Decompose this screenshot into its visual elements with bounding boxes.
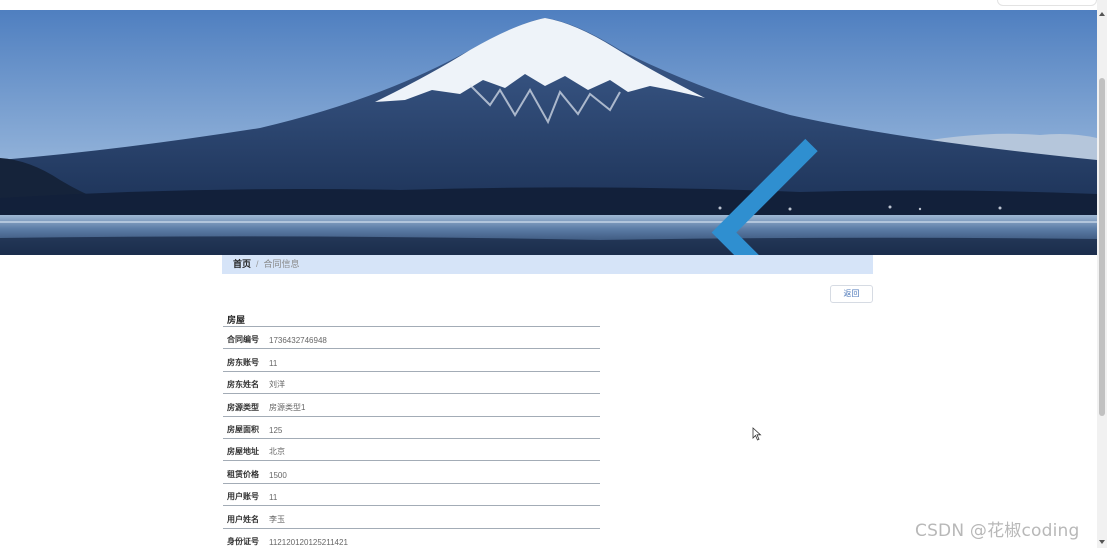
scroll-down-arrow-icon[interactable] <box>1099 540 1105 544</box>
scroll-up-arrow-icon[interactable] <box>1099 12 1105 16</box>
detail-row-landlord-name: 房东姓名 刘洋 <box>223 372 600 395</box>
back-button[interactable]: 返回 <box>830 285 873 303</box>
field-label: 房屋地址 <box>227 447 259 457</box>
field-label: 房东账号 <box>227 357 259 367</box>
field-label: 房源类型 <box>227 402 259 412</box>
detail-row-property-type: 房源类型 房源类型1 <box>223 394 600 417</box>
detail-row-rent-price: 租赁价格 1500 <box>223 461 600 484</box>
field-label: 用户账号 <box>227 492 259 502</box>
breadcrumb-separator: / <box>256 259 259 269</box>
section-title: 房屋 <box>223 312 600 327</box>
field-label: 房屋面积 <box>227 424 259 434</box>
detail-row-house-area: 房屋面积 125 <box>223 417 600 439</box>
field-label: 合同编号 <box>227 335 259 345</box>
field-value: 125 <box>269 425 283 435</box>
breadcrumb-current: 合同信息 <box>263 259 300 269</box>
banner-carousel <box>0 10 1097 255</box>
scrollbar-thumb[interactable] <box>1099 78 1105 416</box>
top-search-box[interactable] <box>997 0 1097 6</box>
detail-row-user-account: 用户账号 11 <box>223 484 600 507</box>
page-scrollbar[interactable] <box>1097 0 1107 548</box>
contract-detail: 房屋 合同编号 1736432746948 房东账号 11 房东姓名 刘洋 房源… <box>223 312 600 548</box>
field-value: 房源类型1 <box>269 402 306 412</box>
field-label: 租赁价格 <box>227 469 259 479</box>
field-value: 1500 <box>269 470 287 480</box>
detail-row-user-name: 用户姓名 李玉 <box>223 506 600 529</box>
field-value: 112120120125211421 <box>269 537 348 547</box>
breadcrumb: 首页 / 合同信息 <box>222 255 873 274</box>
detail-row-landlord-account: 房东账号 11 <box>223 349 600 372</box>
field-value: 1736432746948 <box>269 336 327 346</box>
field-value: 刘洋 <box>269 380 285 390</box>
breadcrumb-home-link[interactable]: 首页 <box>233 259 251 269</box>
field-value: 北京 <box>269 447 285 457</box>
mouse-pointer-icon <box>752 427 762 441</box>
field-value: 11 <box>269 493 278 503</box>
field-value: 11 <box>269 358 278 368</box>
detail-row-id-number: 身份证号 112120120125211421 <box>223 529 600 548</box>
detail-row-house-address: 房屋地址 北京 <box>223 439 600 462</box>
field-label: 房东姓名 <box>227 380 259 390</box>
field-label: 用户姓名 <box>227 514 259 524</box>
field-label: 身份证号 <box>227 536 259 546</box>
field-value: 李玉 <box>269 514 285 524</box>
watermark: CSDN @花椒coding <box>915 521 1080 541</box>
chevron-right-icon[interactable] <box>843 110 1097 255</box>
top-strip <box>0 0 1097 10</box>
detail-row-contract-number: 合同编号 1736432746948 <box>223 327 600 350</box>
